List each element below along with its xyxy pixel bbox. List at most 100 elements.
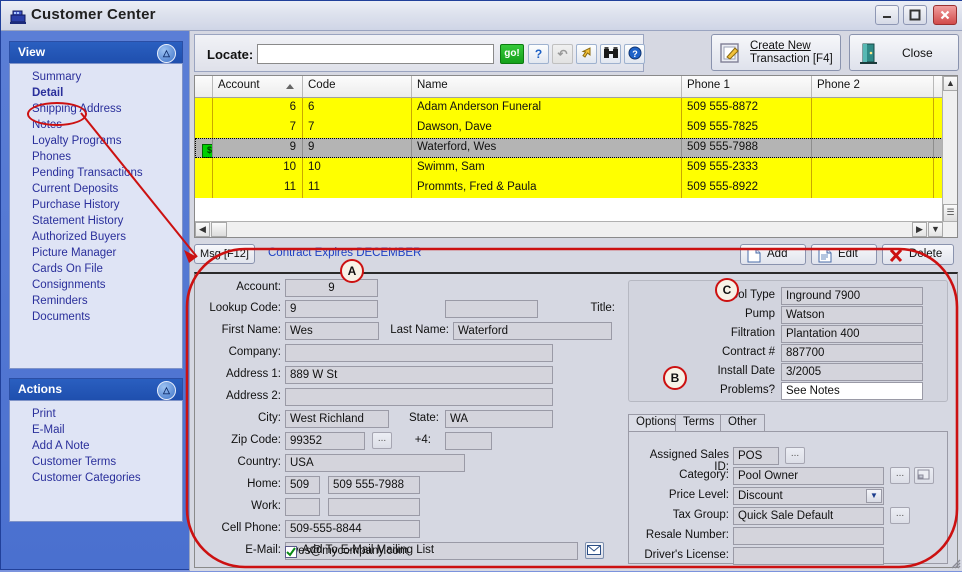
drivers-license-field[interactable] <box>733 547 884 565</box>
first-name-field[interactable]: Wes <box>285 322 379 340</box>
sidebar-item-cards-on-file[interactable]: Cards On File <box>10 261 182 277</box>
sidebar-action-email[interactable]: E-Mail <box>10 422 182 438</box>
pump-field[interactable]: Watson <box>781 306 923 324</box>
category-new-icon[interactable] <box>914 467 934 484</box>
close-button[interactable]: Close <box>849 34 959 71</box>
resize-grip[interactable] <box>949 557 961 569</box>
last-name-field[interactable]: Waterford <box>453 322 612 340</box>
sidebar-item-notes[interactable]: Notes <box>10 117 182 133</box>
view-panel-header[interactable]: View △ <box>9 41 183 63</box>
home-area-field[interactable]: 509 <box>285 476 320 494</box>
sidebar-item-reminders[interactable]: Reminders <box>10 293 182 309</box>
sales-id-field[interactable]: POS <box>733 447 779 465</box>
problems-field[interactable]: See Notes <box>781 382 923 400</box>
category-field[interactable]: Pool Owner <box>733 467 884 485</box>
country-field[interactable]: USA <box>285 454 465 472</box>
table-row-selected[interactable]: $ 9 9 Waterford, Wes 509 555-7988 <box>195 138 957 158</box>
delete-button[interactable]: Delete <box>882 244 954 265</box>
city-field[interactable]: West Richland <box>285 410 389 428</box>
maximize-button[interactable] <box>903 5 927 25</box>
address1-field[interactable]: 889 W St <box>285 366 553 384</box>
tab-terms[interactable]: Terms <box>675 414 723 431</box>
contract-field[interactable]: 887700 <box>781 344 923 362</box>
work-area-field[interactable] <box>285 498 320 516</box>
address2-field[interactable] <box>285 388 553 406</box>
company-field[interactable] <box>285 344 553 362</box>
grid-horizontal-scrollbar[interactable]: ◀ ▶ ▼ <box>195 221 957 237</box>
sidebar-item-summary[interactable]: Summary <box>10 69 182 85</box>
scroll-down-icon[interactable]: ▼ <box>928 222 943 237</box>
go-button[interactable]: go! <box>500 44 524 64</box>
sidebar-action-add-a-note[interactable]: Add A Note <box>10 438 182 454</box>
table-row[interactable]: 6 6 Adam Anderson Funeral 509 555-8872 <box>195 98 957 118</box>
binoculars-icon[interactable] <box>600 44 621 64</box>
grid-header-phone1[interactable]: Phone 1 <box>682 76 812 97</box>
close-window-button[interactable] <box>933 5 957 25</box>
help-button[interactable]: ? <box>528 44 549 64</box>
grid-vertical-scrollbar[interactable]: ▲ ☰ <box>942 76 957 222</box>
sidebar-item-purchase-history[interactable]: Purchase History <box>10 197 182 213</box>
sidebar-action-print[interactable]: Print <box>10 406 182 422</box>
chevron-up-icon[interactable]: △ <box>157 381 176 400</box>
sidebar-item-documents[interactable]: Documents <box>10 309 182 325</box>
sidebar-action-customer-terms[interactable]: Customer Terms <box>10 454 182 470</box>
work-phone-field[interactable] <box>328 498 420 516</box>
plus4-field[interactable] <box>445 432 492 450</box>
refresh-icon[interactable]: ↶ <box>552 44 573 64</box>
tax-group-field[interactable]: Quick Sale Default <box>733 507 884 525</box>
table-row[interactable]: 10 10 Swimm, Sam 509 555-2333 <box>195 158 957 178</box>
actions-panel-header[interactable]: Actions △ <box>9 378 183 400</box>
chevron-down-icon[interactable]: ▼ <box>866 489 882 503</box>
sidebar-item-detail[interactable]: Detail <box>10 85 182 101</box>
mailing-list-checkbox[interactable] <box>285 546 297 558</box>
sidebar-item-phones[interactable]: Phones <box>10 149 182 165</box>
sidebar-item-pending-transactions[interactable]: Pending Transactions <box>10 165 182 181</box>
vertical-scroll-thumb[interactable]: ☰ <box>943 204 957 222</box>
arrow-icon[interactable] <box>576 44 597 64</box>
grid-header-code[interactable]: Code <box>303 76 412 97</box>
minimize-button[interactable] <box>875 5 899 25</box>
grid-header-name[interactable]: Name <box>412 76 682 97</box>
resale-number-field[interactable] <box>733 527 884 545</box>
price-level-select[interactable]: Discount ▼ <box>733 487 884 505</box>
filtration-field[interactable]: Plantation 400 <box>781 325 923 343</box>
cell-phone-field[interactable]: 509-555-8844 <box>285 520 420 538</box>
sidebar-item-statement-history[interactable]: Statement History <box>10 213 182 229</box>
zip-browse-button[interactable]: ... <box>372 432 392 449</box>
msg-button[interactable]: Msg [F12] <box>194 244 255 264</box>
sidebar-item-loyalty-programs[interactable]: Loyalty Programs <box>10 133 182 149</box>
pool-type-field[interactable]: Inground 7900 <box>781 287 923 305</box>
add-button[interactable]: Add <box>740 244 806 265</box>
horizontal-scroll-thumb[interactable] <box>211 222 227 237</box>
table-row[interactable]: 7 7 Dawson, Dave 509 555-7825 <box>195 118 957 138</box>
sidebar-item-authorized-buyers[interactable]: Authorized Buyers <box>10 229 182 245</box>
create-new-transaction-button[interactable]: Create New Transaction [F4] <box>711 34 841 71</box>
locate-input[interactable] <box>257 44 494 64</box>
chevron-up-icon[interactable]: △ <box>157 44 176 63</box>
customer-grid[interactable]: Account Code Name Phone 1 Phone 2 6 6 Ad… <box>194 75 958 238</box>
table-row[interactable]: 11 11 Prommts, Fred & Paula 509 555-8922 <box>195 178 957 198</box>
envelope-icon[interactable] <box>585 542 604 559</box>
zip-field[interactable]: 99352 <box>285 432 365 450</box>
state-field[interactable]: WA <box>445 410 553 428</box>
lookup-code-field[interactable]: 9 <box>285 300 378 318</box>
category-browse-button[interactable]: ... <box>890 467 910 484</box>
info-icon[interactable]: ? <box>624 44 645 64</box>
home-phone-field[interactable]: 509 555-7988 <box>328 476 420 494</box>
scroll-right-icon[interactable]: ▶ <box>912 222 927 237</box>
tax-group-browse-button[interactable]: ... <box>890 507 910 524</box>
scroll-left-icon[interactable]: ◀ <box>195 222 210 237</box>
tab-other[interactable]: Other <box>720 414 765 431</box>
edit-button[interactable]: Edit <box>811 244 877 265</box>
scroll-up-icon[interactable]: ▲ <box>943 76 957 91</box>
account-field[interactable]: 9 <box>285 279 378 297</box>
install-date-field[interactable]: 3/2005 <box>781 363 923 381</box>
title-field[interactable] <box>445 300 538 318</box>
sales-id-browse-button[interactable]: ... <box>785 447 805 464</box>
sidebar-item-consignments[interactable]: Consignments <box>10 277 182 293</box>
sidebar-action-customer-categories[interactable]: Customer Categories <box>10 470 182 486</box>
grid-header-phone2[interactable]: Phone 2 <box>812 76 934 97</box>
sidebar-item-picture-manager[interactable]: Picture Manager <box>10 245 182 261</box>
sidebar-item-current-deposits[interactable]: Current Deposits <box>10 181 182 197</box>
sidebar-item-shipping-address[interactable]: Shipping Address <box>10 101 182 117</box>
